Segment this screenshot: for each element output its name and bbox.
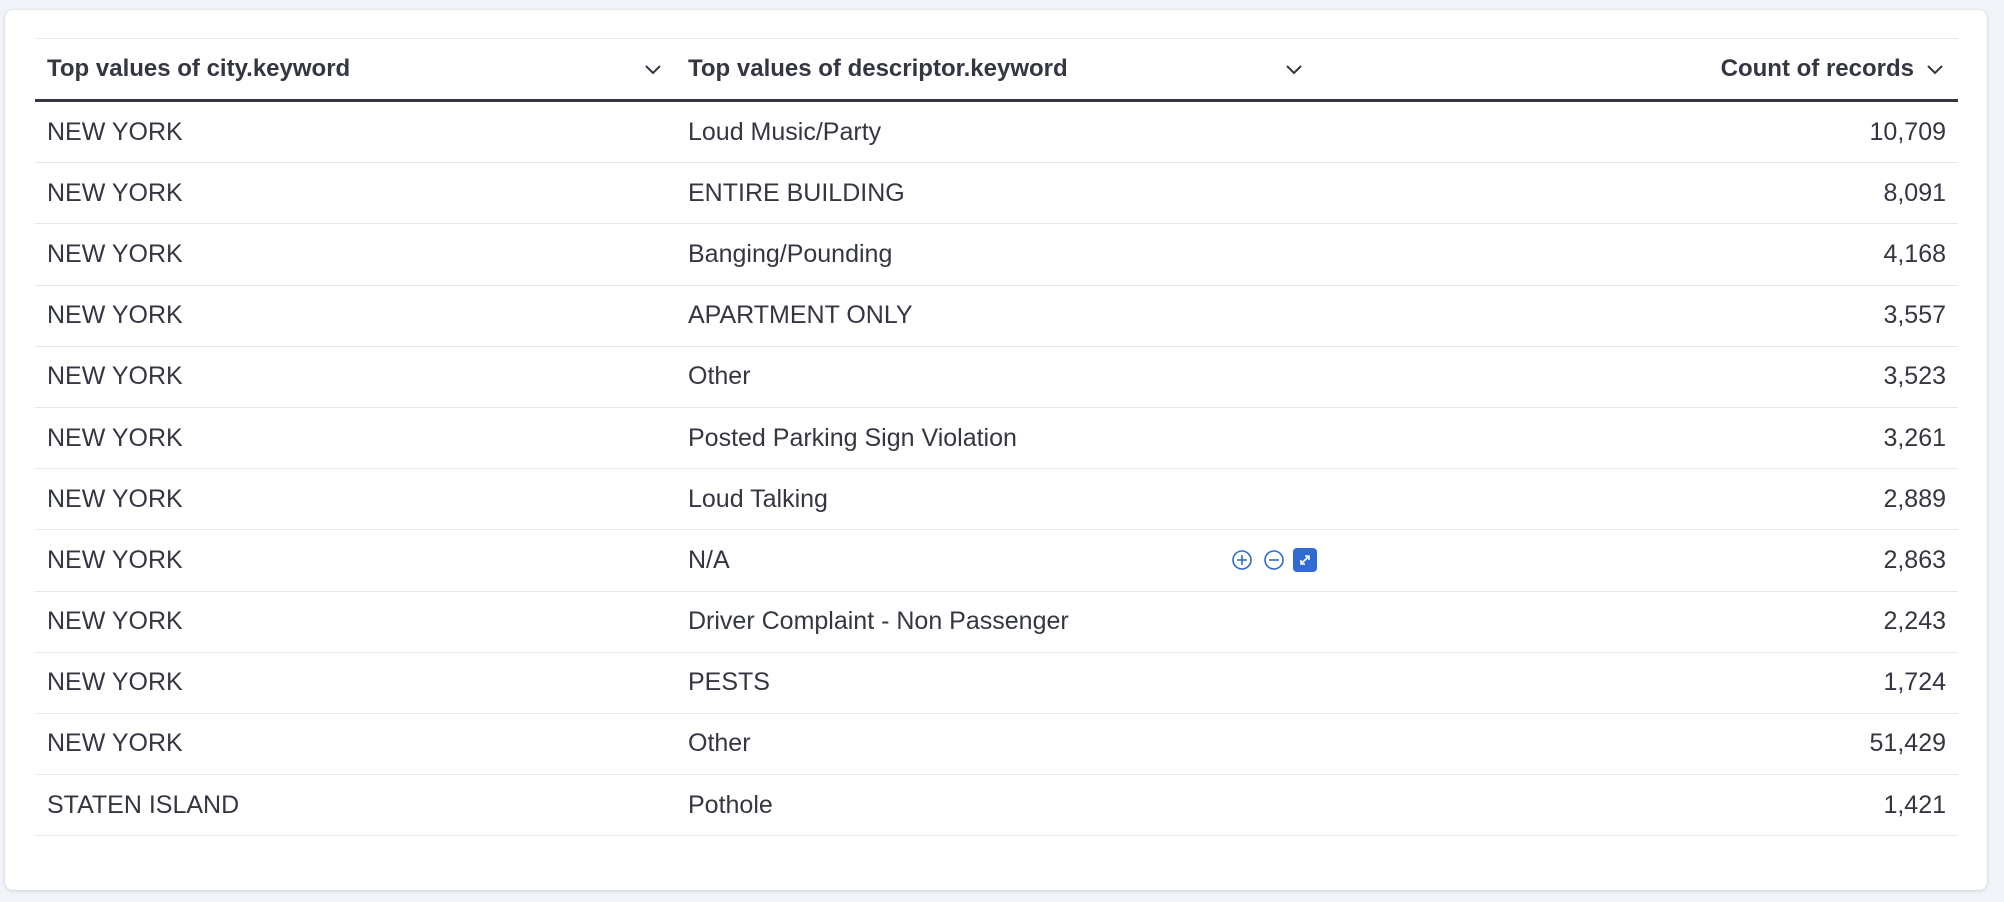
cell-city[interactable]: NEW YORK <box>35 469 676 529</box>
table-row[interactable]: NEW YORK Banging/Pounding 4,168 <box>35 224 1958 286</box>
cell-descriptor[interactable]: Loud Talking <box>676 469 1317 529</box>
cell-descriptor[interactable]: Pothole <box>676 775 1317 835</box>
cell-descriptor-text: Driver Complaint - Non Passenger <box>688 607 1069 636</box>
table-row[interactable]: NEW YORK APARTMENT ONLY 3,557 <box>35 286 1958 347</box>
cell-descriptor-text: Banging/Pounding <box>688 239 893 268</box>
table-row[interactable]: NEW YORK Other 51,429 <box>35 714 1958 776</box>
table-row[interactable]: NEW YORK Other 3,523 <box>35 347 1958 408</box>
cell-count[interactable]: 3,261 <box>1317 408 1958 468</box>
cell-descriptor[interactable]: ENTIRE BUILDING <box>676 163 1317 223</box>
cell-city[interactable]: NEW YORK <box>35 653 676 713</box>
cell-city[interactable]: NEW YORK <box>35 286 676 346</box>
cell-count[interactable]: 3,523 <box>1317 347 1958 407</box>
cell-descriptor-text: Loud Talking <box>688 484 828 513</box>
table-row[interactable]: NEW YORK Loud Music/Party 10,709 <box>35 102 1958 164</box>
table-row[interactable]: NEW YORK ENTIRE BUILDING 8,091 <box>35 163 1958 225</box>
cell-descriptor[interactable]: Banging/Pounding <box>676 224 1317 284</box>
column-header-label: Top values of city.keyword <box>47 55 351 82</box>
cell-descriptor-text: Other <box>688 729 751 758</box>
cell-city[interactable]: NEW YORK <box>35 224 676 284</box>
data-grid: Top values of city.keyword Top values of… <box>35 38 1958 837</box>
table-row[interactable]: NEW YORK PESTS 1,724 <box>35 653 1958 714</box>
cell-count[interactable]: 2,889 <box>1317 469 1958 529</box>
cell-count[interactable]: 10,709 <box>1317 102 1958 162</box>
cell-city[interactable]: NEW YORK <box>35 530 676 590</box>
cell-city[interactable]: NEW YORK <box>35 347 676 407</box>
cell-descriptor[interactable]: Driver Complaint - Non Passenger <box>676 592 1317 652</box>
column-header-label: Count of records <box>1720 55 1914 82</box>
column-header-label: Top values of descriptor.keyword <box>688 55 1068 82</box>
cell-city[interactable]: NEW YORK <box>35 714 676 774</box>
cell-actions <box>1229 547 1317 573</box>
cell-descriptor-text: Pothole <box>688 790 773 819</box>
cell-descriptor-text: N/A <box>688 545 730 574</box>
table-row[interactable]: NEW YORK Driver Complaint - Non Passenge… <box>35 592 1958 653</box>
cell-descriptor-text: PESTS <box>688 668 770 697</box>
cell-count[interactable]: 3,557 <box>1317 286 1958 346</box>
cell-descriptor[interactable]: Loud Music/Party <box>676 102 1317 162</box>
cell-descriptor[interactable]: Posted Parking Sign Violation <box>676 408 1317 468</box>
cell-descriptor-text: Other <box>688 362 751 391</box>
chevron-down-icon[interactable] <box>1283 58 1305 80</box>
cell-city[interactable]: NEW YORK <box>35 163 676 223</box>
table-row[interactable]: NEW YORK Loud Talking 2,889 <box>35 469 1958 531</box>
column-header-descriptor[interactable]: Top values of descriptor.keyword <box>676 39 1317 99</box>
table-row[interactable]: NEW YORK N/A 2,863 <box>35 530 1958 592</box>
cell-city[interactable]: NEW YORK <box>35 408 676 468</box>
cell-descriptor[interactable]: APARTMENT ONLY <box>676 286 1317 346</box>
cell-descriptor-text: ENTIRE BUILDING <box>688 178 905 207</box>
cell-descriptor-text: Posted Parking Sign Violation <box>688 423 1017 452</box>
cell-count[interactable]: 4,168 <box>1317 224 1958 284</box>
cell-count[interactable]: 51,429 <box>1317 714 1958 774</box>
cell-descriptor[interactable]: N/A <box>676 530 1317 590</box>
cell-descriptor[interactable]: PESTS <box>676 653 1317 713</box>
cell-count[interactable]: 2,863 <box>1317 530 1958 590</box>
grid-body: NEW YORK Loud Music/Party 10,709 NEW YOR… <box>35 102 1958 837</box>
chevron-down-icon[interactable] <box>642 58 664 80</box>
plus-circle-icon[interactable] <box>1229 547 1255 573</box>
cell-descriptor[interactable]: Other <box>676 714 1317 774</box>
datatable-panel: Top values of city.keyword Top values of… <box>5 10 1987 890</box>
cell-count[interactable]: 1,724 <box>1317 653 1958 713</box>
table-row[interactable]: NEW YORK Posted Parking Sign Violation 3… <box>35 408 1958 470</box>
cell-descriptor-text: APARTMENT ONLY <box>688 301 913 330</box>
minus-circle-icon[interactable] <box>1261 547 1287 573</box>
cell-count[interactable]: 2,243 <box>1317 592 1958 652</box>
cell-count[interactable]: 8,091 <box>1317 163 1958 223</box>
cell-descriptor-text: Loud Music/Party <box>688 117 882 146</box>
grid-header: Top values of city.keyword Top values of… <box>35 38 1958 102</box>
cell-count[interactable]: 1,421 <box>1317 775 1958 835</box>
chevron-down-icon[interactable] <box>1924 58 1946 80</box>
cell-city[interactable]: NEW YORK <box>35 102 676 162</box>
cell-city[interactable]: NEW YORK <box>35 592 676 652</box>
cell-descriptor[interactable]: Other <box>676 347 1317 407</box>
column-header-count[interactable]: Count of records <box>1317 39 1958 99</box>
expand-icon[interactable] <box>1293 548 1317 573</box>
table-row[interactable]: STATEN ISLAND Pothole 1,421 <box>35 775 1958 837</box>
column-header-city[interactable]: Top values of city.keyword <box>35 39 676 99</box>
cell-city[interactable]: STATEN ISLAND <box>35 775 676 835</box>
